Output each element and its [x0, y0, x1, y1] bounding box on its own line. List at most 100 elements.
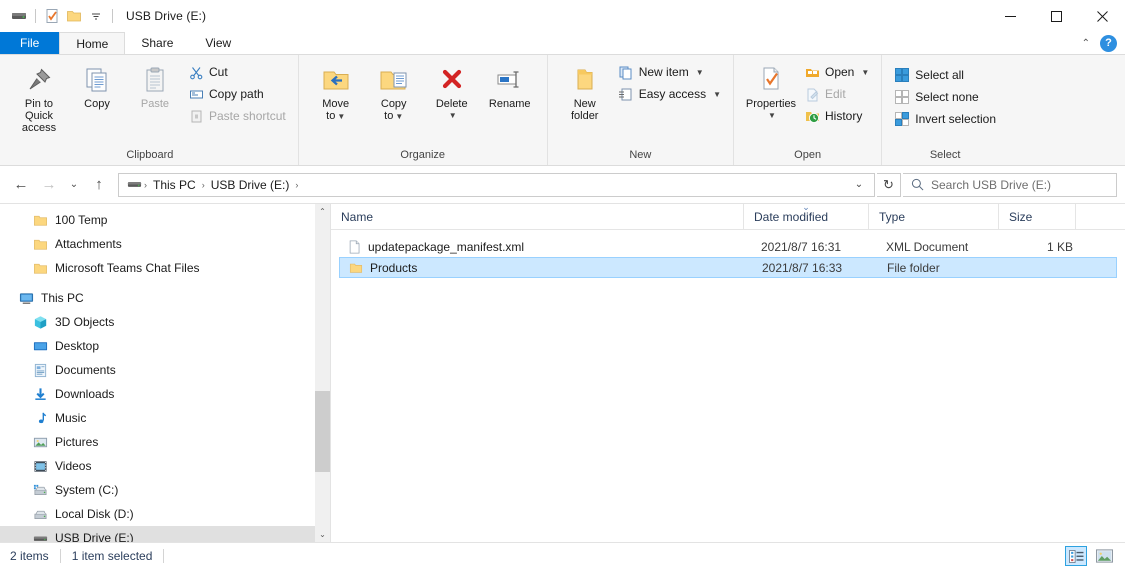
table-row[interactable]: updatepackage_manifest.xml 2021/8/7 16:3… [339, 236, 1117, 257]
scissors-icon [188, 64, 204, 80]
quick-access-toolbar [0, 5, 118, 27]
paste-label: Paste [140, 98, 170, 110]
history-button[interactable]: History [800, 105, 873, 127]
maximize-button[interactable] [1033, 0, 1079, 32]
new-item-button[interactable]: New item ▼ [614, 61, 725, 83]
column-header-date-modified[interactable]: ⌄ Date modified [743, 202, 868, 230]
sidebar-item-this-pc[interactable]: This PC [0, 286, 330, 310]
properties-button[interactable]: Properties ▼ [742, 59, 800, 122]
tab-share[interactable]: Share [125, 32, 189, 54]
sidebar-item-label: Attachments [55, 237, 122, 251]
sidebar-item-label: Videos [55, 459, 92, 473]
up-button[interactable]: ↑ [86, 172, 112, 198]
scrollbar-thumb[interactable] [315, 391, 330, 472]
select-all-button[interactable]: Select all [890, 64, 1000, 86]
minimize-button[interactable] [987, 0, 1033, 32]
tab-file[interactable]: File [0, 32, 60, 54]
column-header-type[interactable]: Type [868, 203, 998, 230]
open-button[interactable]: Open ▼ [800, 61, 873, 83]
delete-button[interactable]: Delete ▼ [423, 59, 481, 122]
column-header-size[interactable]: Size [998, 203, 1075, 230]
address-dropdown-icon[interactable]: ⌄ [848, 174, 870, 196]
tab-home[interactable]: Home [59, 32, 126, 54]
videos-icon [32, 458, 48, 474]
forward-button[interactable]: → [36, 172, 62, 198]
sidebar-item-system-c[interactable]: System (C:) [0, 478, 330, 502]
close-button[interactable] [1079, 0, 1125, 32]
tab-view[interactable]: View [189, 32, 247, 54]
back-button[interactable]: ← [8, 172, 34, 198]
copy-button[interactable]: Copy [68, 59, 126, 110]
ribbon-tab-strip: File Home Share View ⌃ ? [0, 32, 1125, 54]
documents-icon [32, 362, 48, 378]
edit-button[interactable]: Edit [800, 83, 873, 105]
paste-button[interactable]: Paste [126, 59, 184, 110]
sidebar-item-music[interactable]: Music [0, 406, 330, 430]
recent-locations-button[interactable]: ⌄ [64, 172, 84, 198]
delete-label: Delete [435, 98, 468, 110]
ribbon: Pin to Quick access Copy Paste Cut Copy … [0, 54, 1125, 166]
column-header-name[interactable]: Name [331, 204, 743, 230]
copy-to-button[interactable]: Copy to ▼ [365, 59, 423, 123]
edit-label: Edit [825, 87, 846, 101]
paste-shortcut-button[interactable]: Paste shortcut [184, 105, 290, 127]
sidebar-item-100-temp[interactable]: 100 Temp [0, 208, 330, 232]
details-view-button[interactable] [1065, 546, 1087, 566]
new-item-label: New item [638, 65, 689, 79]
edit-icon [804, 86, 820, 102]
breadcrumb-item-this-pc[interactable]: This PC [149, 178, 200, 192]
collapse-ribbon-icon[interactable]: ⌃ [1078, 38, 1094, 49]
breadcrumb-separator[interactable]: › [142, 180, 149, 190]
sidebar-item-usb-drive-e[interactable]: USB Drive (E:) [0, 526, 330, 542]
desktop-icon [32, 338, 48, 354]
sidebar-item-microsoft-teams-chat-files[interactable]: Microsoft Teams Chat Files [0, 256, 330, 280]
breadcrumb-separator[interactable]: › [293, 180, 300, 190]
scrollbar-track[interactable] [315, 219, 330, 527]
properties-icon[interactable] [41, 5, 63, 27]
scroll-up-icon[interactable]: ⌃ [315, 204, 330, 219]
select-none-label: Select none [915, 90, 979, 104]
sidebar-item-local-disk-d[interactable]: Local Disk (D:) [0, 502, 330, 526]
sidebar-item-downloads[interactable]: Downloads [0, 382, 330, 406]
pin-to-quick-access-button[interactable]: Pin to Quick access [10, 59, 68, 134]
pictures-icon [32, 434, 48, 450]
copy-path-button[interactable]: Copy path [184, 83, 290, 105]
sidebar-item-documents[interactable]: Documents [0, 358, 330, 382]
breadcrumb-separator[interactable]: › [200, 180, 207, 190]
sidebar-item-desktop[interactable]: Desktop [0, 334, 330, 358]
new-folder-icon[interactable] [63, 5, 85, 27]
navigation-pane-scrollbar[interactable]: ⌃ ⌄ [315, 204, 330, 542]
paste-shortcut-label: Paste shortcut [209, 109, 286, 123]
cut-button[interactable]: Cut [184, 61, 290, 83]
customize-qat-icon[interactable] [85, 5, 107, 27]
sidebar-item-videos[interactable]: Videos [0, 454, 330, 478]
usb-drive-icon [32, 530, 48, 542]
large-icons-view-button[interactable] [1093, 546, 1115, 566]
invert-selection-button[interactable]: Invert selection [890, 108, 1000, 130]
sidebar-item-label: This PC [41, 291, 84, 305]
pin-icon [24, 63, 54, 95]
select-none-button[interactable]: Select none [890, 86, 1000, 108]
rename-button[interactable]: Rename [481, 59, 539, 110]
sidebar-item-label: System (C:) [55, 483, 119, 497]
sidebar-item-pictures[interactable]: Pictures [0, 430, 330, 454]
scroll-down-icon[interactable]: ⌄ [315, 527, 330, 542]
breadcrumb-item-usb-drive[interactable]: USB Drive (E:) [207, 178, 294, 192]
file-type-cell: File folder [887, 260, 940, 275]
breadcrumb[interactable]: › This PC › USB Drive (E:) › ⌄ [118, 172, 875, 197]
column-header-label: Date modified [754, 209, 829, 224]
easy-access-button[interactable]: Easy access ▼ [614, 83, 725, 105]
search-input[interactable]: Search USB Drive (E:) [903, 172, 1117, 197]
move-to-button[interactable]: Move to ▼ [307, 59, 365, 123]
new-folder-button[interactable]: New folder [556, 59, 614, 122]
sidebar-item-attachments[interactable]: Attachments [0, 232, 330, 256]
file-list-pane: Name ⌄ Date modified Type Size updatepac… [330, 202, 1125, 542]
sidebar-item-3d-objects[interactable]: 3D Objects [0, 310, 330, 334]
status-separator [59, 549, 61, 563]
sidebar-item-label: Microsoft Teams Chat Files [55, 261, 200, 275]
copy-path-label: Copy path [209, 87, 264, 101]
status-bar: 2 items 1 item selected [0, 542, 1125, 569]
refresh-button[interactable]: ↻ [877, 172, 901, 197]
table-row[interactable]: Products 2021/8/7 16:33 File folder [339, 257, 1117, 278]
help-icon[interactable]: ? [1100, 34, 1117, 52]
